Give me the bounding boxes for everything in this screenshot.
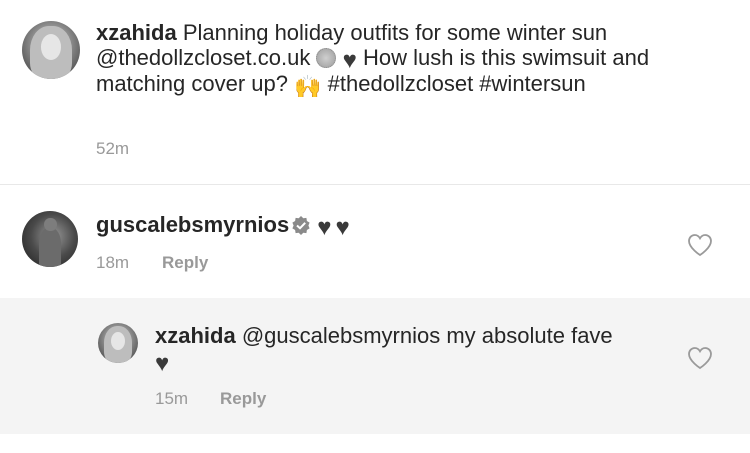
- raised-hands-icon: 🙌: [294, 74, 322, 99]
- reply-username[interactable]: xzahida: [155, 323, 236, 348]
- verified-badge-icon: [292, 216, 310, 235]
- comment-timestamp: 18m: [96, 253, 130, 272]
- caption-hashtags: #thedollzcloset #wintersun: [327, 71, 586, 96]
- comment-username[interactable]: guscalebsmyrnios: [96, 212, 289, 237]
- divider: [0, 184, 750, 185]
- reply-avatar[interactable]: [98, 323, 138, 363]
- like-heart-icon[interactable]: [687, 346, 713, 370]
- reply-body: xzahida @guscalebsmyrnios my absolute fa…: [155, 323, 655, 377]
- avatar-head-shape: [44, 217, 57, 232]
- comment-body: guscalebsmyrnios ♥♥: [96, 212, 354, 241]
- like-heart-icon[interactable]: [687, 233, 713, 257]
- post-author-username[interactable]: xzahida: [96, 20, 177, 45]
- post-author-avatar[interactable]: [22, 21, 80, 79]
- black-hearts-icon: ♥♥: [317, 214, 354, 241]
- avatar-body-shape: [38, 227, 62, 267]
- post-timestamp: 52m: [96, 139, 130, 158]
- reply-text: @guscalebsmyrnios my absolute fave: [241, 323, 613, 348]
- reply-button[interactable]: Reply: [162, 253, 208, 273]
- post-caption: xzahida Planning holiday outfits for som…: [96, 20, 726, 99]
- sun-icon: [316, 48, 337, 68]
- black-heart-icon: ♥: [342, 47, 357, 74]
- black-heart-icon: ♥: [155, 350, 170, 377]
- comment-avatar[interactable]: [22, 211, 78, 267]
- reply-timestamp: 15m: [155, 389, 189, 408]
- reply-button[interactable]: Reply: [220, 389, 266, 409]
